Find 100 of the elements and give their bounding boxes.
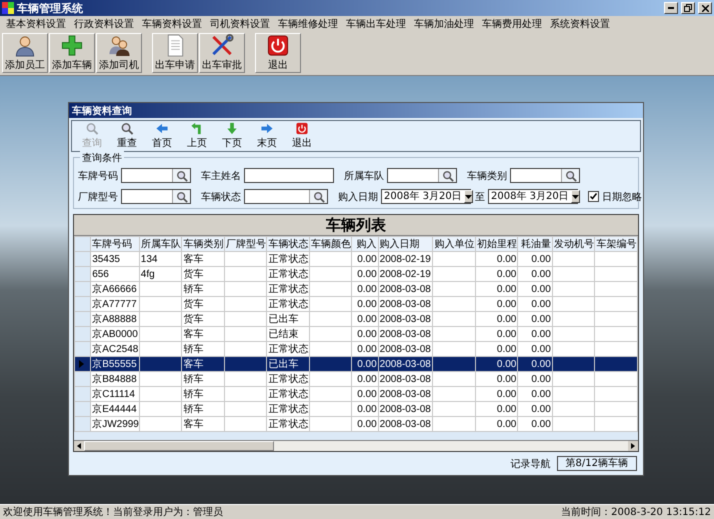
toolbar-button[interactable]: 出车申请 [152, 33, 198, 73]
app-icon [2, 2, 14, 14]
lookup-button[interactable] [561, 169, 579, 182]
lookup-button[interactable] [438, 169, 456, 182]
table-cell: 已出车 [268, 359, 298, 370]
toolbar-button[interactable]: 添加司机 [96, 33, 142, 73]
column-header[interactable]: 车辆类别 [182, 236, 224, 252]
column-header[interactable]: 耗油量 [518, 236, 552, 252]
search-icon [312, 190, 324, 202]
field-label: 车辆类别 [467, 170, 507, 182]
lookup-field[interactable] [244, 189, 328, 204]
field-label: 至 [475, 190, 485, 204]
navigation-label: 记录导航 [510, 458, 551, 470]
text-field[interactable] [244, 168, 334, 183]
horizontal-scrollbar[interactable] [74, 440, 638, 451]
status-message: 欢迎使用车辆管理系统！当前登录用户为：管理员 [3, 506, 223, 519]
column-header[interactable]: 厂牌型号 [224, 236, 267, 252]
lookup-field[interactable] [121, 168, 191, 183]
table-cell: 0.00 [357, 374, 377, 384]
table-cell: 0.00 [357, 284, 377, 294]
menu-item[interactable]: 车辆出车处理 [342, 17, 410, 31]
table-cell: 35435 [92, 254, 120, 264]
table-cell: 2008-03-08 [380, 314, 431, 324]
menu-item[interactable]: 车辆加油处理 [410, 17, 478, 31]
checkbox[interactable] [588, 191, 599, 202]
close-icon [702, 4, 708, 12]
people-icon [107, 34, 131, 57]
column-header[interactable]: 车牌号码 [90, 236, 140, 252]
dropdown-button[interactable] [570, 190, 580, 203]
column-header[interactable]: 购入单位 [432, 236, 476, 252]
lookup-button[interactable] [172, 190, 190, 203]
restore-button[interactable] [681, 2, 695, 14]
toolbar-button[interactable]: 添加车辆 [49, 33, 95, 73]
lookup-field[interactable] [387, 168, 457, 183]
menu-item[interactable]: 司机资料设置 [206, 17, 274, 31]
table-cell: 0.00 [531, 268, 551, 280]
table-cell: 货车 [183, 314, 204, 325]
table-cell: 客车 [183, 254, 204, 265]
column-header[interactable]: 车辆颜色 [309, 236, 352, 252]
table-cell: 正常状态 [268, 284, 308, 295]
table-cell: 0.00 [531, 418, 551, 430]
column-header[interactable]: 购入日期 [378, 236, 433, 252]
table-cell: 134 [140, 254, 158, 264]
toolbar-button[interactable]: 添加员工 [2, 33, 48, 73]
minimize-button[interactable] [664, 2, 678, 14]
lookup-button[interactable] [172, 169, 190, 182]
window-title: 车辆管理系统 [17, 0, 84, 16]
table-cell: 2008-03-08 [380, 284, 431, 294]
toolbar-button[interactable]: 重查 [110, 122, 144, 150]
table-cell: 2008-03-08 [380, 344, 431, 354]
table-cell: 轿车 [183, 344, 204, 355]
lookup-button[interactable] [309, 190, 327, 203]
caret-icon [572, 194, 579, 198]
column-header[interactable]: 车架编号 [594, 236, 638, 252]
left-caret-icon [77, 443, 81, 449]
toolbar-button[interactable]: 退出 [255, 33, 301, 73]
column-header[interactable]: 车辆状态 [266, 236, 310, 252]
lookup-field[interactable] [510, 168, 580, 183]
search-icon [85, 122, 99, 135]
menu-item[interactable]: 行政资料设置 [70, 17, 138, 31]
table-cell: 0.00 [357, 418, 377, 430]
close-button[interactable] [698, 2, 712, 14]
table-cell: 0.00 [357, 328, 377, 340]
toolbar-button[interactable]: 出车审批 [199, 33, 245, 73]
table-cell: 客车 [183, 359, 204, 370]
menu-item[interactable]: 车辆资料设置 [138, 17, 206, 31]
toolbar-button[interactable]: 下页 [215, 122, 249, 150]
table-cell: 2008-02-19 [380, 268, 431, 280]
toolbar-button[interactable]: 首页 [145, 122, 179, 150]
column-header[interactable]: 所属车队 [139, 236, 182, 252]
table-cell: 0.00 [496, 418, 516, 430]
status-time: 当前时间：2008-3-20 13:15:12 [561, 506, 711, 519]
lookup-field[interactable] [121, 189, 191, 204]
column-header[interactable]: 购入 [352, 236, 378, 252]
table-cell: 正常状态 [268, 404, 308, 415]
table-cell: 客车 [183, 329, 204, 340]
column-header[interactable]: 发动机号 [552, 236, 595, 252]
toolbar-button[interactable]: 退出 [285, 122, 319, 150]
table-cell: 京JW2999 [92, 419, 138, 430]
date-field[interactable]: 2008年 3月20日 [381, 189, 471, 204]
menu-item[interactable]: 系统资料设置 [546, 17, 614, 31]
caret-icon [464, 194, 472, 198]
toolbar-button[interactable]: 上页 [180, 122, 214, 150]
table-cell: 0.00 [496, 388, 516, 400]
dropdown-button[interactable] [464, 190, 473, 203]
table-cell: 0.00 [496, 374, 516, 384]
menu-item[interactable]: 车辆维修处理 [274, 17, 342, 31]
table-cell: 0.00 [357, 344, 377, 354]
field-label: 购入日期 [338, 190, 378, 204]
table-cell: 0.00 [531, 404, 551, 414]
table-cell: 0.00 [531, 358, 551, 370]
group-title: 查询条件 [80, 151, 124, 165]
table-cell: 0.00 [357, 298, 377, 310]
column-header[interactable]: 初始里程 [475, 236, 518, 252]
table-cell: 0.00 [357, 358, 377, 370]
toolbar-button[interactable]: 末页 [250, 122, 284, 150]
menu-item[interactable]: 基本资料设置 [2, 17, 70, 31]
menu-item[interactable]: 车辆费用处理 [478, 17, 546, 31]
table-cell: 正常状态 [268, 344, 308, 355]
date-field[interactable]: 2008年 3月20日 [488, 189, 578, 204]
